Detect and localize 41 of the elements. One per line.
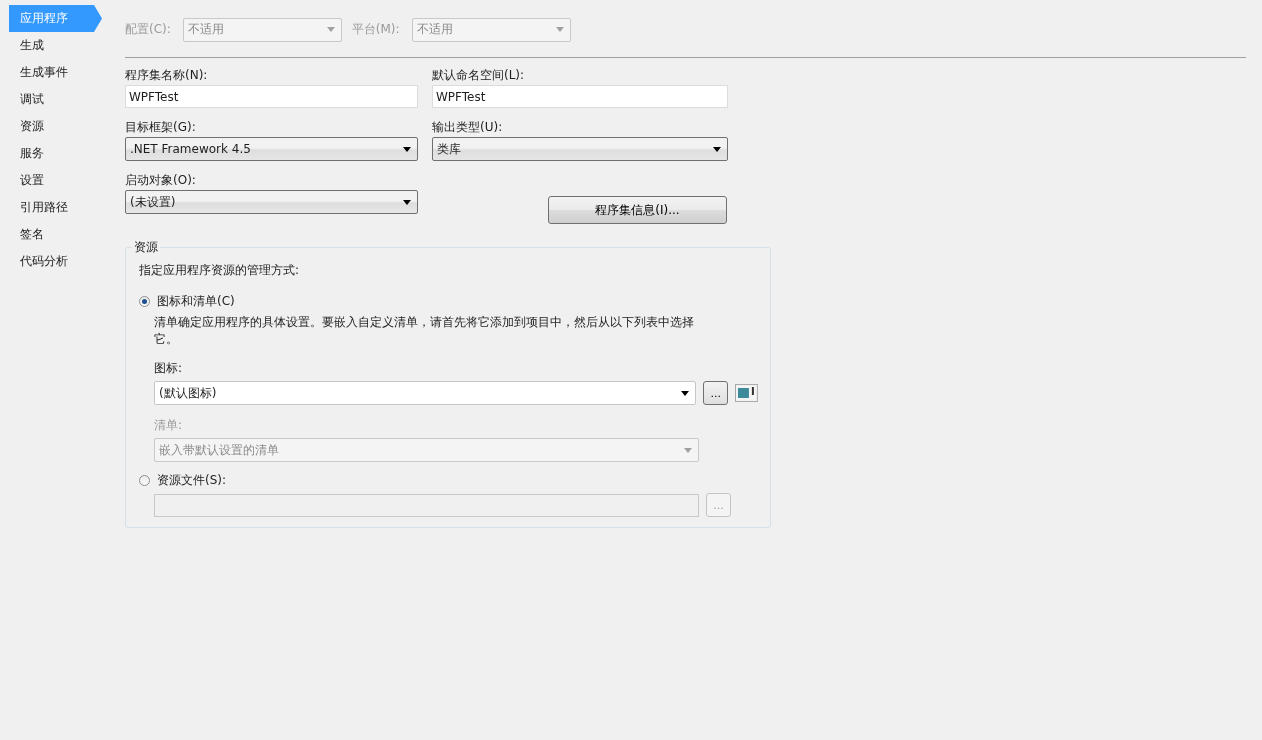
dropdown[interactable]: 类库 [432,137,728,161]
sidebar-tab[interactable]: 服务 [9,140,102,167]
sidebar-tab[interactable]: 调试 [9,86,102,113]
dropdown-arrow-icon [403,199,411,205]
field-label: 输出类型(U): [432,119,504,136]
field-label: 程序集名称(N): [125,67,209,84]
dropdown: 嵌入带默认设置的清单 [154,438,699,462]
sidebar-tab[interactable]: 生成事件 [9,59,102,86]
sidebar-tab[interactable]: 签名 [9,221,102,248]
field-label: 启动对象(O): [125,172,197,189]
dropdown-arrow-icon [713,146,721,152]
text-field[interactable] [154,493,699,517]
dropdown-arrow-icon [681,390,690,396]
radio-label[interactable]: 图标和清单(C) [157,293,235,310]
text-field[interactable]: WPFTest [432,85,728,108]
sidebar-tab[interactable]: 设置 [9,167,102,194]
sidebar-tab[interactable]: 代码分析 [9,248,102,275]
radio-button[interactable] [139,296,150,307]
sidebar-tab[interactable]: 生成 [9,32,102,59]
dropdown-arrow-icon [555,27,564,32]
field-label: 配置(C): [125,21,171,38]
field-label: 图标: [154,360,184,377]
sidebar-tab[interactable]: 引用路径 [9,194,102,221]
icon-preview-icon [735,384,758,402]
sidebar-tab[interactable]: 资源 [9,113,102,140]
field-label: 平台(M): [351,21,400,38]
text-field[interactable]: WPFTest [125,85,418,108]
dropdown[interactable]: (默认图标) [154,381,697,405]
dropdown[interactable]: .NET Framework 4.5 [125,137,418,161]
dropdown[interactable]: (未设置) [125,190,418,214]
dropdown-arrow-icon [326,27,335,32]
dropdown-arrow-icon [684,447,692,453]
field-label: 目标框架(G): [125,119,197,136]
assembly-info-button[interactable]: 程序集信息(I)... [548,196,727,224]
dropdown-arrow-icon [403,146,411,152]
group-title: 资源 [132,239,160,256]
field-label: 清单: [154,417,184,434]
browse-button[interactable]: ... [703,381,729,405]
description-text: 指定应用程序资源的管理方式: [139,263,300,277]
field-label: 默认命名空间(L): [432,67,526,84]
help-text: 清单确定应用程序的具体设置。要嵌入自定义清单，请首先将它添加到项目中，然后从以下列表中选择它。 [154,314,695,348]
